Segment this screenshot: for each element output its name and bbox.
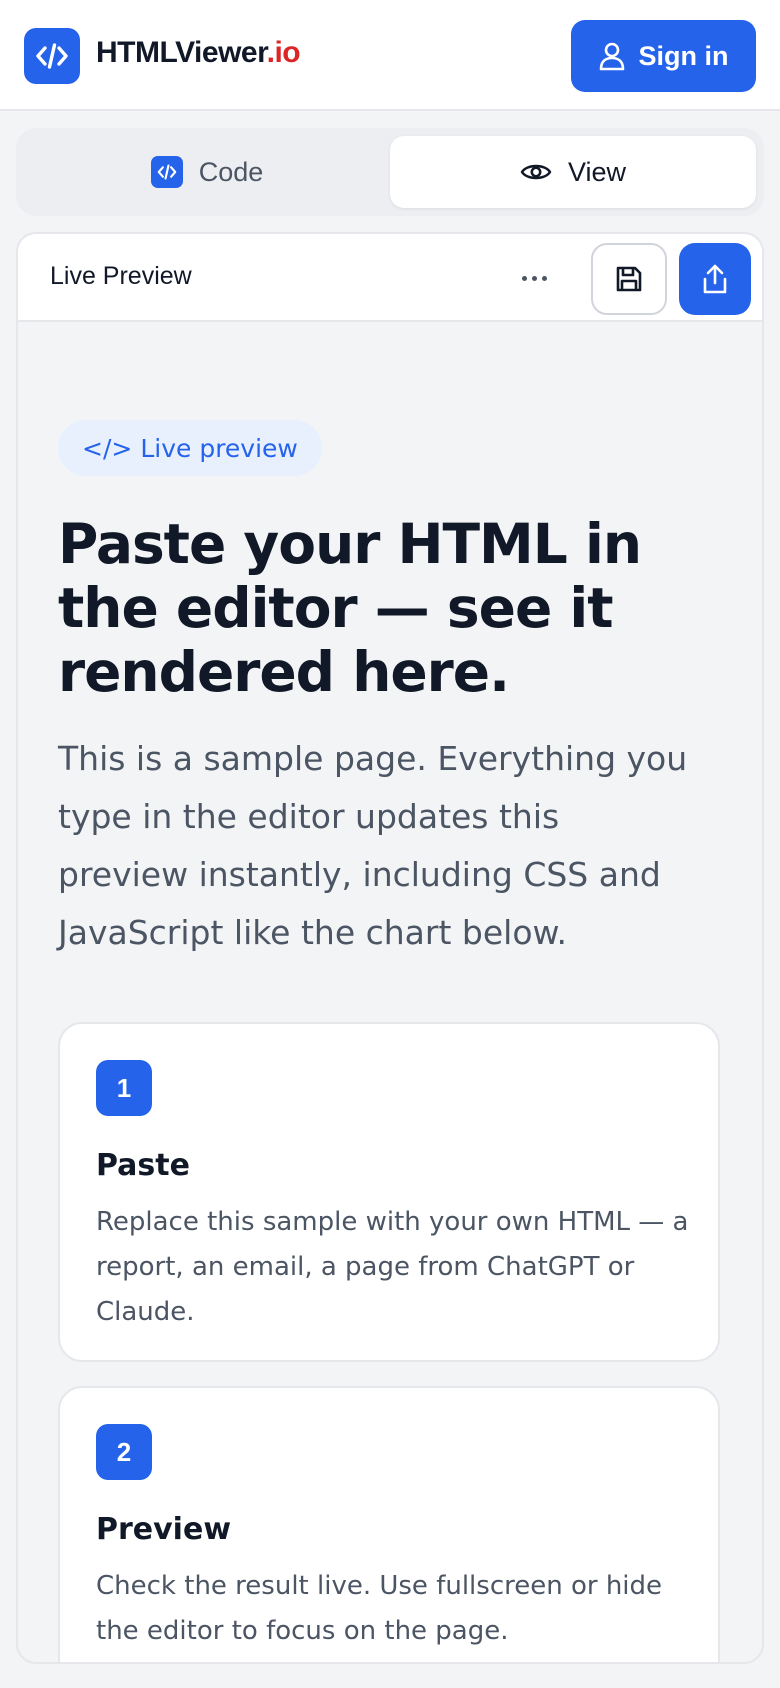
code-brackets-icon[interactable]	[24, 28, 80, 84]
code-icon	[150, 156, 183, 188]
share-icon	[703, 264, 727, 294]
step-card: 2 Preview Check the result live. Use ful…	[58, 1386, 720, 1662]
brand-name[interactable]: HTMLViewer.io	[96, 36, 301, 70]
tab-code[interactable]: Code	[24, 136, 390, 208]
user-icon	[599, 42, 624, 71]
brand-suffix: .io	[266, 36, 301, 69]
more-horizontal-icon[interactable]	[514, 264, 554, 292]
code-tag-icon: </>	[82, 433, 133, 463]
step-number-badge: 1	[96, 1060, 152, 1116]
panel-title: Live Preview	[50, 262, 192, 290]
page-description: This is a sample page. Everything you ty…	[58, 739, 688, 952]
page-title: Paste your HTML in the editor — see it r…	[58, 512, 642, 704]
tab-code-label: Code	[198, 156, 264, 187]
tab-view-label: View	[567, 156, 627, 187]
signin-label: Sign in	[638, 40, 729, 71]
step-title: Preview	[96, 1512, 232, 1547]
top-header: HTMLViewer.io Sign in	[0, 0, 780, 111]
save-icon	[616, 266, 642, 292]
step-card: 1 Paste Replace this sample with your ow…	[58, 1022, 720, 1362]
badge-label: Live preview	[140, 433, 298, 463]
editor-view-tabs: Code View	[16, 128, 764, 216]
live-preview-badge: </> Live preview	[58, 420, 322, 476]
brand-main: HTMLViewer	[96, 36, 267, 69]
preview-toolbar: Live Preview	[18, 234, 762, 322]
tab-view[interactable]: View	[390, 136, 756, 208]
eye-icon	[520, 164, 552, 180]
step-text: Replace this sample with your own HTML —…	[96, 1207, 689, 1327]
preview-panel: Live Preview </> Live preview Paste your…	[16, 232, 764, 1664]
share-button[interactable]	[679, 243, 751, 315]
step-number-badge: 2	[96, 1424, 152, 1480]
signin-button[interactable]: Sign in	[571, 20, 756, 92]
save-button[interactable]	[591, 243, 667, 315]
step-text: Check the result live. Use fullscreen or…	[96, 1571, 663, 1646]
step-title: Paste	[96, 1148, 190, 1183]
